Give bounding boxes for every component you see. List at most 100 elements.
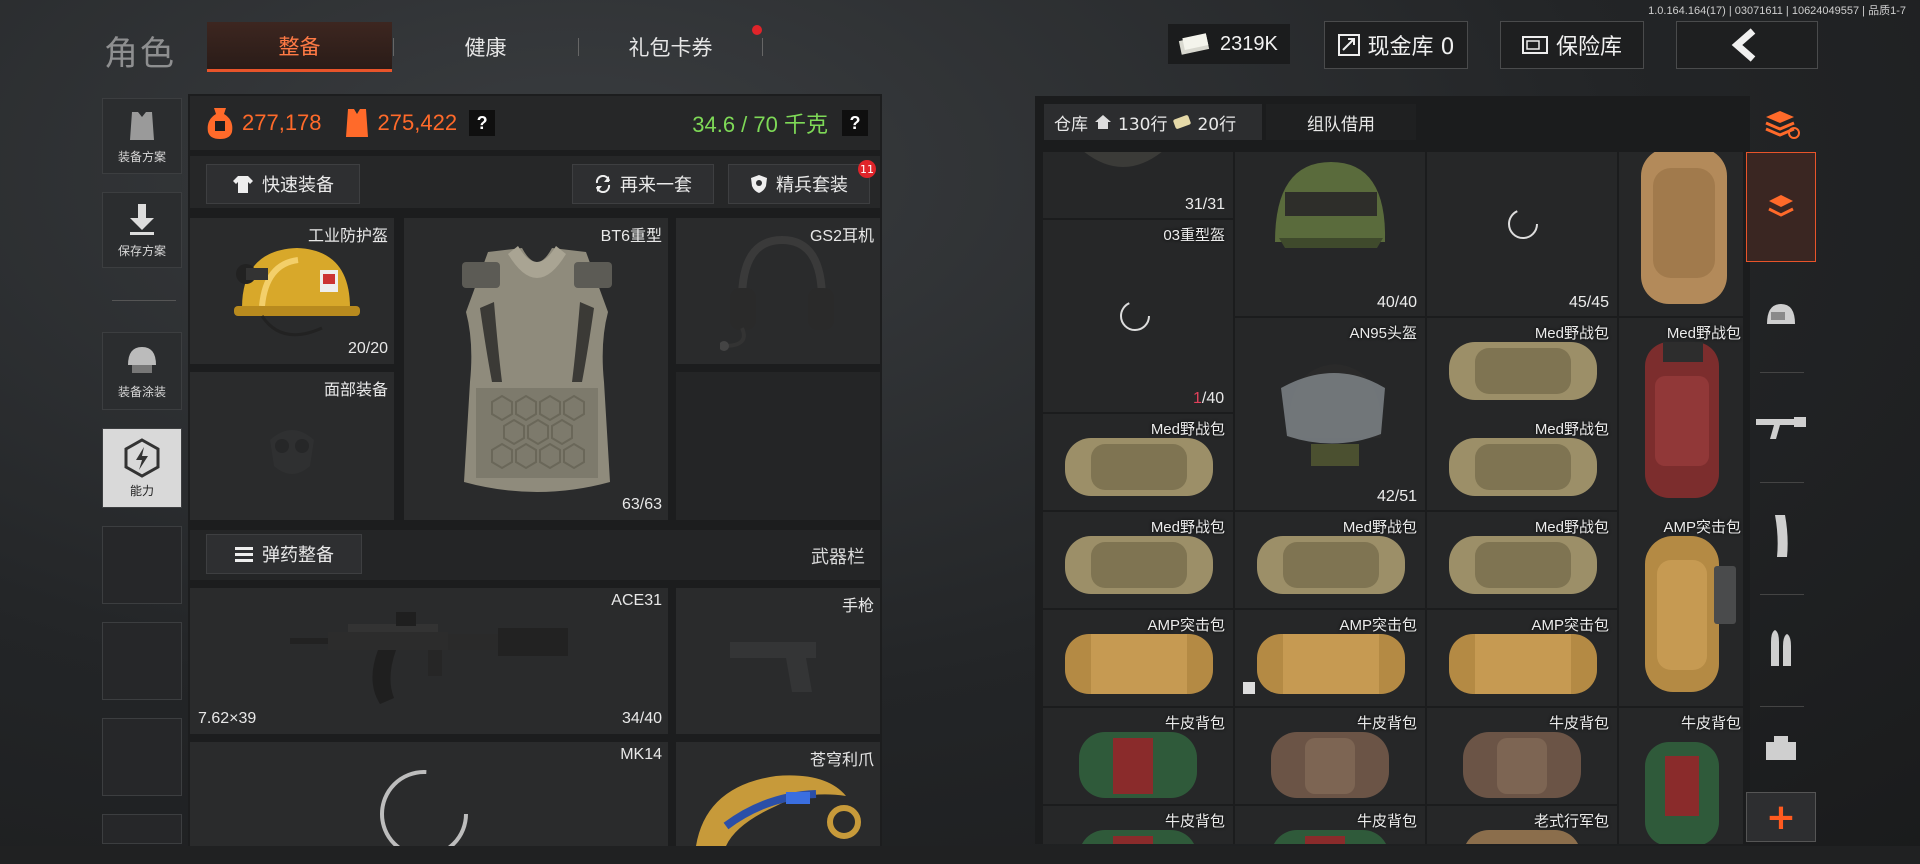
sidenav-loadout-plans[interactable]: 装备方案 [102,98,182,174]
tab-loadout[interactable]: 整备 [207,22,392,72]
home-icon [1095,115,1111,129]
value-help-button[interactable]: ? [469,110,496,136]
green-helmet-image [1275,162,1386,248]
grid-item[interactable]: Med野战包 [1427,318,1617,414]
box-icon [1243,682,1255,694]
helmet-slot[interactable]: 工业防护盔 20/20 [190,218,394,364]
tab-warehouse[interactable]: 仓库 130行 20行 [1044,104,1262,140]
grid-item[interactable]: Med野战包 [1043,512,1233,608]
grid-item[interactable]: 牛皮背包 [1043,806,1233,844]
weapon-name: MK14 [620,746,662,763]
grid-item[interactable]: 牛皮背包 [1619,708,1743,844]
warehouse-scrollbar[interactable] [1714,566,1736,624]
slot-label: 工业防护盔 [307,228,388,245]
refresh-icon [595,175,611,193]
quick-equip-button[interactable]: 快速装备 [206,164,360,204]
grid-item[interactable]: Med野战包 [1427,512,1617,608]
tab-team-borrow[interactable]: 组队借用 [1266,104,1416,140]
item-label: 牛皮背包 [1548,715,1609,732]
face-slot[interactable]: 面部装备 [190,372,394,520]
grid-item[interactable]: AMP突击包 [1235,610,1425,706]
pistol-silhouette-icon [730,642,816,692]
secondary-weapon-slot[interactable]: MK14 [190,742,668,846]
grid-item[interactable] [1619,152,1743,316]
tab-label: 健康 [464,36,507,60]
ticket-rows: 20行 [1197,114,1237,135]
item-label: AMP突击包 [1531,617,1609,634]
grid-item[interactable]: AN95头盔 42/51 [1235,318,1425,510]
grid-item[interactable]: 牛皮背包 [1427,708,1617,804]
red-backpack-image [1645,342,1719,498]
rifle-image [290,612,568,704]
weapon-caliber: 7.62×39 [198,710,257,727]
headset-slot[interactable]: GS2耳机 [676,218,880,364]
item-label: Med野战包 [1150,519,1225,536]
rail-magazines[interactable] [1746,492,1816,580]
grid-item[interactable]: AMP突击包 [1043,610,1233,706]
slot-label: GS2耳机 [809,228,874,245]
item-label: AMP突击包 [1339,617,1417,634]
tab-gift-cards[interactable]: 礼包卡券 [578,22,763,72]
rail-helmets[interactable] [1746,272,1816,360]
empty-gear-slot[interactable] [676,372,880,520]
sidenav-paint[interactable]: 装备涂装 [102,332,182,410]
weight-readout: 34.6 / 70 千克 [692,112,828,137]
grid-item[interactable]: 牛皮背包 [1235,806,1425,844]
pistol-slot[interactable]: 手枪 [676,588,880,734]
grid-item[interactable]: 03重型盔 1/40 [1043,220,1233,412]
grid-item[interactable]: 牛皮背包 [1043,708,1233,804]
rail-ammo[interactable] [1746,604,1816,692]
item-label: Med野战包 [1534,325,1609,342]
grid-item[interactable]: 牛皮背包 [1235,708,1425,804]
divider [1760,482,1804,483]
grid-item[interactable]: 40/40 [1235,152,1425,316]
sidenav-label: 保存方案 [117,243,166,258]
item-label: 牛皮背包 [1356,715,1417,732]
rail-weapons[interactable] [1746,382,1816,470]
grid-item[interactable]: Med野战包 [1619,318,1743,512]
item-count: 31/31 [1184,196,1225,213]
grid-item[interactable]: 老式行军包 [1427,806,1617,844]
item-label: 老式行军包 [1533,813,1609,830]
back-button[interactable] [1676,21,1818,69]
item-label: AN95头盔 [1349,325,1417,342]
warehouse-grid: 31/31 40/40 45/45 03重型盔 1/40 AN95头盔 42/5… [1043,152,1743,844]
rail-all-items[interactable] [1746,152,1816,262]
rifle-icon [1756,417,1806,439]
grid-item[interactable]: AMP突击包 [1427,610,1617,706]
reroll-button[interactable]: 再来一套 [572,164,714,204]
page-title: 角色 [104,34,176,74]
cash-vault-button[interactable]: 现金库 0 [1324,21,1468,69]
rail-sort-button[interactable] [1746,92,1816,154]
button-label: 再来一套 [620,175,692,196]
grid-item[interactable]: Med野战包 [1043,414,1233,510]
gear-value: 275,422 [377,110,458,135]
grid-item[interactable]: 31/31 [1043,152,1233,218]
item-label: Med野战包 [1666,325,1741,342]
primary-weapon-slot[interactable]: ACE31 7.62×39 34/40 [190,588,668,734]
melee-slot[interactable]: 苍穹利爪 [676,742,880,846]
tab-health[interactable]: 健康 [393,22,578,72]
sidenav-ability[interactable]: 能力 [102,428,182,508]
safe-button[interactable]: 保险库 [1500,21,1644,69]
item-label: 牛皮背包 [1164,813,1225,830]
armor-vest-image [462,246,612,492]
armor-slot[interactable]: BT6重型 63/63 [404,218,668,520]
vest-icon [130,111,154,140]
headset-image [720,235,834,351]
weight-help-button[interactable]: ? [842,110,868,136]
add-button[interactable]: + [1746,792,1816,842]
item-label: Med野战包 [1150,421,1225,438]
safe-label: 保险库 [1555,35,1622,60]
backpack-icon [1768,195,1794,217]
grid-item[interactable]: Med野战包 [1235,512,1425,608]
weapon-name: 苍穹利爪 [809,752,874,769]
sidenav-save-plan[interactable]: 保存方案 [102,192,182,268]
button-label: 快速装备 [262,175,334,196]
ammo-loadout-button[interactable]: 弹药整备 [206,534,362,574]
sidenav-empty-slot [102,718,182,796]
rail-attachments[interactable] [1746,716,1816,782]
grid-item[interactable]: 45/45 [1427,152,1617,316]
elite-set-button[interactable]: 精兵套装 [728,164,870,204]
grid-item[interactable]: Med野战包 [1427,414,1617,510]
